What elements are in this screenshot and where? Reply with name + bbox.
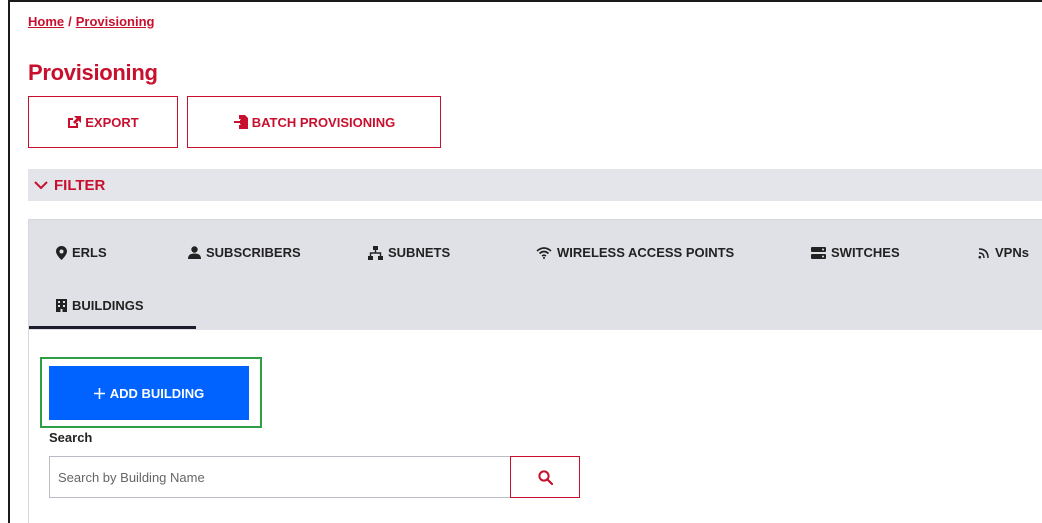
add-building-label: ADD BUILDING xyxy=(109,385,205,401)
add-building-button[interactable]: ADD BUILDING xyxy=(49,366,249,420)
plus-icon xyxy=(93,387,105,399)
tab-wireless-access-points[interactable]: WIRELESS ACCESS POINTS xyxy=(536,245,734,260)
export-label: EXPORT xyxy=(85,114,139,130)
breadcrumb: Home / Provisioning xyxy=(28,14,154,29)
export-button[interactable]: EXPORT xyxy=(28,96,178,148)
window-border-top xyxy=(8,0,1042,2)
tab-vpns[interactable]: VPNs xyxy=(978,245,1029,260)
export-icon xyxy=(67,115,82,129)
active-tab-indicator xyxy=(29,326,196,329)
tab-label: BUILDINGS xyxy=(72,298,144,313)
breadcrumb-separator: / xyxy=(68,14,72,29)
chevron-down-icon xyxy=(34,180,48,190)
file-import-icon xyxy=(233,114,249,130)
tab-label: ERLS xyxy=(72,245,107,260)
breadcrumb-provisioning-link[interactable]: Provisioning xyxy=(76,14,155,29)
rss-icon xyxy=(978,247,990,259)
map-pin-icon xyxy=(56,245,67,260)
search-icon xyxy=(537,469,553,485)
tab-label: SWITCHES xyxy=(831,245,900,260)
tab-label: VPNs xyxy=(995,245,1029,260)
tab-switches[interactable]: SWITCHES xyxy=(811,245,900,260)
tab-buildings[interactable]: BUILDINGS xyxy=(56,298,144,313)
window-border-left xyxy=(8,0,10,523)
filter-toggle[interactable]: FILTER xyxy=(28,169,1042,201)
page-title: Provisioning xyxy=(28,60,158,85)
network-icon xyxy=(368,245,383,260)
tab-label: WIRELESS ACCESS POINTS xyxy=(557,245,735,260)
batch-provisioning-button[interactable]: BATCH PROVISIONING xyxy=(187,96,441,148)
tab-erls[interactable]: ERLS xyxy=(56,245,107,260)
tab-label: SUBNETS xyxy=(388,245,451,260)
filter-label: FILTER xyxy=(54,176,106,194)
tab-subnets[interactable]: SUBNETS xyxy=(368,245,450,260)
search-label: Search xyxy=(49,430,93,445)
tab-label: SUBSCRIBERS xyxy=(206,245,301,260)
building-icon xyxy=(56,299,67,312)
search-button[interactable] xyxy=(510,456,580,498)
tab-subscribers[interactable]: SUBSCRIBERS xyxy=(188,245,301,260)
breadcrumb-home-link[interactable]: Home xyxy=(28,14,64,29)
search-input[interactable] xyxy=(49,456,510,498)
batch-provisioning-label: BATCH PROVISIONING xyxy=(251,114,396,130)
user-icon xyxy=(188,246,201,259)
wifi-icon xyxy=(536,246,552,259)
server-icon xyxy=(811,246,826,259)
tab-bar: ERLS SUBSCRIBERS SUBNETS WIRELESS ACCESS… xyxy=(29,220,1042,330)
